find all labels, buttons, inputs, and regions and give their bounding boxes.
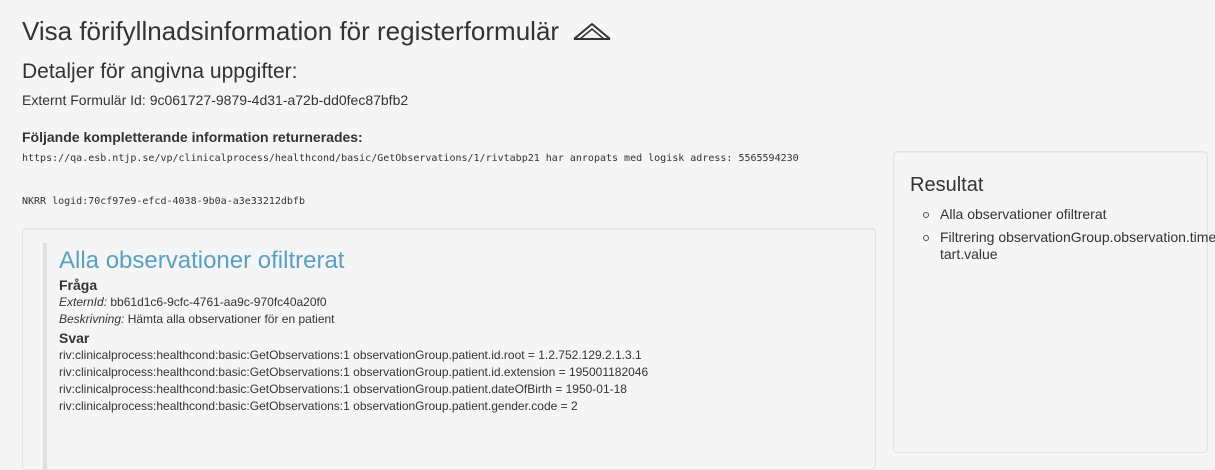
result-title: Resultat [910, 174, 984, 196]
answer-line: riv:clinicalprocess:healthcond:basic:Get… [59, 348, 642, 362]
result-list: Alla observationer ofiltrerat Filtrering… [910, 206, 1215, 269]
description-value: Hämta alla observationer för en patient [127, 312, 335, 326]
form-id-value: 9c061727-9879-4d31-a72b-dd0fec87bfb2 [149, 92, 409, 108]
external-id-row: ExternId: bb61d1c6-9cfc-4761-aa9c-970fc4… [59, 294, 865, 311]
answer-label: Svar [59, 330, 90, 346]
result-item: Filtrering observationGroup.observation.… [923, 229, 1215, 263]
answer-line: riv:clinicalprocess:healthcond:basic:Get… [59, 365, 649, 379]
answer-line: riv:clinicalprocess:healthcond:basic:Get… [59, 399, 578, 413]
form-id-label: Externt Formulär Id: [22, 92, 146, 108]
extra-info-heading: Följande kompletterande information retu… [22, 129, 363, 145]
page: Visa förifyllnadsinformation för registe… [0, 0, 1215, 470]
panel-title: Alla observationer ofiltrerat [59, 247, 345, 274]
external-id-value: bb61d1c6-9cfc-4761-aa9c-970fc40a20f0 [110, 295, 327, 309]
result-item: Alla observationer ofiltrerat [923, 206, 1215, 223]
observation-panel-content: Alla observationer ofiltrerat Fråga Exte… [43, 243, 865, 469]
answer-line: riv:clinicalprocess:healthcond:basic:Get… [59, 382, 627, 396]
description-label: Beskrivning: [59, 312, 125, 326]
details-subtitle: Detaljer för angivna uppgifter: [22, 60, 298, 83]
chevron-up-icon[interactable] [571, 20, 613, 42]
external-id-label: ExternId: [59, 295, 108, 309]
description-row: Beskrivning: Hämta alla observationer fö… [59, 311, 865, 328]
result-box: Resultat Alla observationer ofiltrerat F… [893, 151, 1215, 453]
title-row: Visa förifyllnadsinformation för registe… [22, 14, 613, 48]
form-id-row: Externt Formulär Id: 9c061727-9879-4d31-a… [22, 92, 408, 108]
page-title: Visa förifyllnadsinformation för registe… [22, 16, 560, 46]
answer-lines: riv:clinicalprocess:healthcond:basic:Get… [59, 347, 865, 415]
question-label: Fråga [59, 277, 98, 293]
logid-text: NKRR logid:70cf97e9-efcd-4038-9b0a-a3e33… [22, 196, 305, 207]
service-url-text: https://qa.esb.ntjp.se/vp/clinicalproces… [22, 153, 799, 164]
observation-panel: Alla observationer ofiltrerat Fråga Exte… [22, 228, 876, 470]
